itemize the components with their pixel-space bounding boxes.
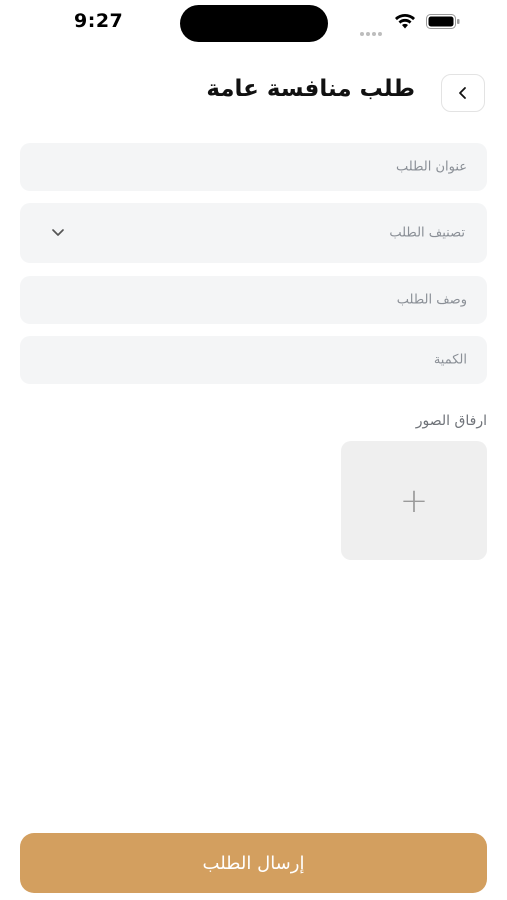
status-bar: 9:27 [0, 0, 507, 50]
page-title: طلب منافسة عامة [206, 76, 415, 102]
battery-icon [426, 14, 460, 29]
status-time: 9:27 [74, 10, 124, 32]
request-category-select[interactable]: تصنيف الطلب [20, 203, 487, 263]
request-title-placeholder: عنوان الطلب [396, 159, 467, 175]
request-description-input[interactable]: وصف الطلب [20, 276, 487, 324]
signal-icon [360, 21, 386, 36]
request-title-input[interactable]: عنوان الطلب [20, 143, 487, 191]
request-category-placeholder: تصنيف الطلب [389, 225, 465, 241]
submit-request-button[interactable]: إرسال الطلب [20, 833, 487, 893]
back-button[interactable] [441, 74, 485, 112]
add-image-button[interactable]: + [341, 441, 487, 560]
submit-request-label: إرسال الطلب [202, 852, 305, 874]
wifi-icon [395, 14, 415, 29]
dynamic-island [180, 5, 328, 42]
quantity-input[interactable]: الكمية [20, 336, 487, 384]
attach-images-label: ارفاق الصور [415, 413, 487, 429]
chevron-left-icon [459, 87, 466, 99]
request-description-placeholder: وصف الطلب [396, 292, 467, 308]
quantity-placeholder: الكمية [433, 352, 467, 368]
chevron-down-icon [52, 229, 64, 236]
header: طلب منافسة عامة [0, 70, 507, 116]
plus-icon: + [399, 480, 429, 521]
